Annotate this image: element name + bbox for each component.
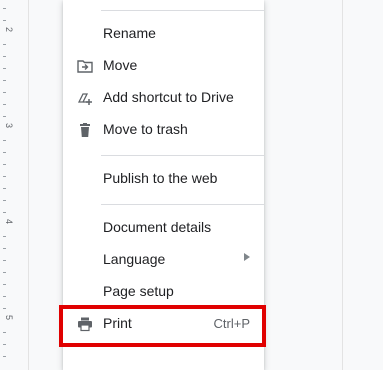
ruler-tick	[3, 56, 6, 57]
ruler-tick	[3, 200, 6, 201]
menu-item-page-setup[interactable]: Page setup	[63, 278, 264, 306]
menu-item-publish-to-web[interactable]: Publish to the web	[63, 165, 264, 193]
menu-divider	[101, 10, 264, 11]
print-icon	[78, 317, 92, 332]
ruler-tick	[3, 92, 6, 93]
ruler-tick	[3, 140, 6, 141]
menu-item-add-shortcut[interactable]: Add shortcut to Drive	[63, 84, 264, 112]
ruler-label: 3	[4, 123, 14, 129]
keyboard-shortcut: Ctrl+P	[213, 316, 250, 331]
menu-item-move-to-trash[interactable]: Move to trash	[63, 116, 264, 144]
ruler-tick	[3, 68, 6, 69]
page-edge-left	[28, 0, 29, 370]
menu-divider	[101, 204, 264, 205]
menu-item-document-details[interactable]: Document details	[63, 214, 264, 242]
ruler-tick	[3, 164, 6, 165]
ruler-tick	[3, 80, 6, 81]
menu-item-rename[interactable]: Rename	[63, 20, 264, 48]
ruler-tick	[3, 152, 6, 153]
ruler-tick	[3, 8, 6, 9]
ruler-tick	[3, 260, 6, 261]
ruler-tick	[3, 212, 6, 213]
menu-item-label: Add shortcut to Drive	[103, 89, 234, 105]
ruler-tick	[3, 272, 6, 273]
ruler-tick	[3, 44, 6, 45]
move-to-folder-icon	[77, 60, 93, 73]
menu-item-label: Move to trash	[103, 121, 188, 137]
menu-item-label: Print	[103, 315, 132, 331]
menu-item-move[interactable]: Move	[63, 52, 264, 80]
add-shortcut-icon	[77, 93, 92, 105]
ruler-tick	[3, 296, 6, 297]
menu-item-label: Rename	[103, 25, 156, 41]
ruler-tick	[3, 188, 6, 189]
ruler-label: 5	[4, 315, 14, 321]
ruler-tick	[3, 236, 6, 237]
ruler-label: 2	[4, 27, 14, 33]
ruler-tick	[3, 356, 6, 357]
menu-item-language[interactable]: Language	[63, 246, 264, 274]
menu-item-label: Page setup	[103, 283, 174, 299]
page-edge-right	[342, 0, 343, 370]
ruler-tick	[3, 332, 6, 333]
ruler-tick	[3, 116, 6, 117]
ruler-tick	[3, 20, 6, 21]
menu-item-label: Language	[103, 251, 166, 267]
ruler-tick	[3, 104, 6, 105]
ruler-tick	[3, 284, 6, 285]
file-menu: Rename Move Add shortcut to Drive Move t…	[63, 0, 264, 370]
vertical-ruler: 2 3 4 5	[0, 0, 19, 370]
menu-divider	[101, 155, 264, 156]
menu-item-label: Move	[103, 57, 138, 73]
menu-item-print[interactable]: Print Ctrl+P	[63, 310, 264, 338]
ruler-label: 4	[4, 219, 14, 225]
menu-item-label: Publish to the web	[103, 170, 218, 186]
ruler-tick	[3, 344, 6, 345]
chevron-right-icon	[244, 253, 250, 261]
menu-item-label: Document details	[103, 219, 212, 235]
ruler-tick	[3, 248, 6, 249]
trash-icon	[80, 123, 90, 137]
ruler-tick	[3, 176, 6, 177]
ruler-tick	[3, 308, 6, 309]
